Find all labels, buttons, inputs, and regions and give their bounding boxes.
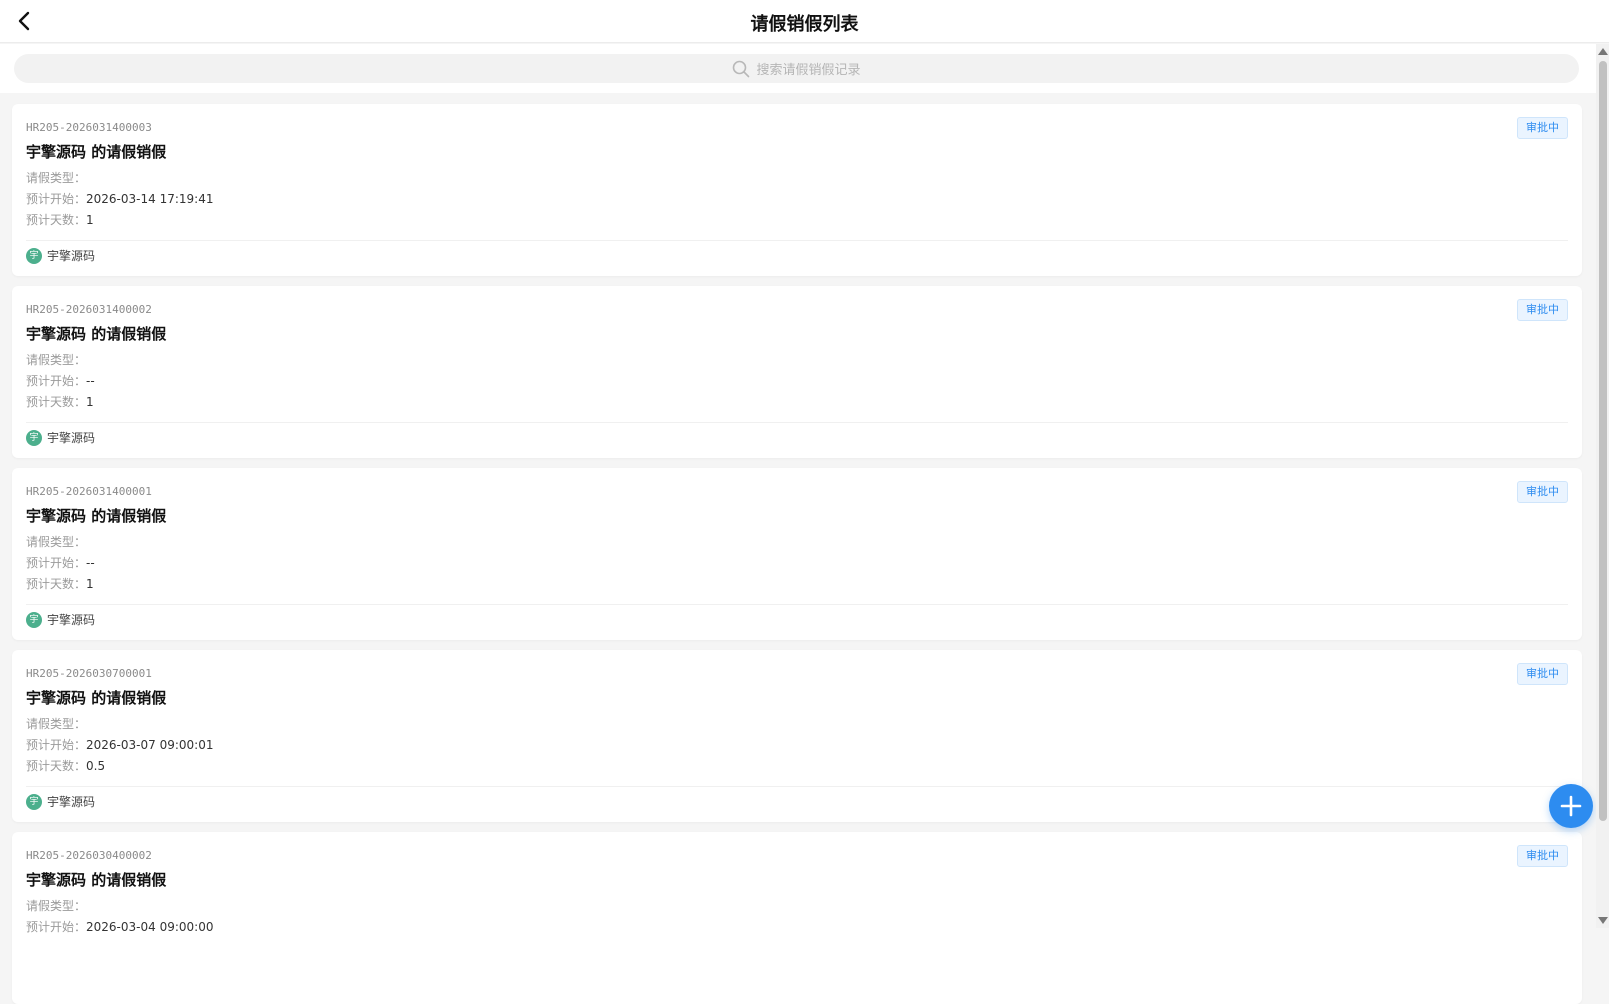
expected-days-value: 1 [86, 577, 94, 591]
leave-type-label: 请假类型： [26, 535, 87, 549]
expected-start-value: 2026-03-07 09:00:01 [86, 738, 214, 752]
leave-type-field: 请假类型： [26, 898, 86, 914]
status-badge: 审批中 [1517, 117, 1568, 139]
card-divider [26, 604, 1568, 605]
card-footer: 宇 宇擎源码 [26, 611, 95, 628]
avatar: 宇 [26, 611, 42, 628]
expected-start-field: 预计开始：-- [26, 373, 95, 389]
status-badge: 审批中 [1517, 663, 1568, 685]
record-code: HR205-2026031400003 [26, 121, 152, 134]
record-code: HR205-2026031400002 [26, 303, 152, 316]
expected-start-label: 预计开始： [26, 920, 87, 934]
avatar: 宇 [26, 247, 42, 264]
expected-days-label: 预计天数： [26, 213, 87, 227]
expected-start-field: 预计开始：2026-03-04 09:00:00 [26, 919, 213, 935]
leave-type-field: 请假类型： [26, 716, 86, 732]
applicant-name: 宇擎源码 [47, 795, 96, 809]
card-footer: 宇 宇擎源码 [26, 429, 95, 446]
card-footer: 宇 宇擎源码 [26, 247, 95, 264]
applicant-name: 宇擎源码 [47, 249, 96, 263]
search-icon [733, 60, 750, 77]
record-title: 宇擎源码 的请假销假 [26, 689, 167, 707]
leave-type-label: 请假类型： [26, 899, 87, 913]
expected-days-field: 预计天数：0.5 [26, 758, 105, 774]
expected-days-field: 预计天数：1 [26, 394, 94, 410]
card-footer: 宇 宇擎源码 [26, 793, 95, 810]
scroll-up-arrow-icon[interactable] [1598, 48, 1608, 55]
expected-start-value: -- [86, 374, 95, 388]
expected-days-value: 0.5 [86, 759, 106, 773]
applicant-name: 宇擎源码 [47, 431, 96, 445]
record-title: 宇擎源码 的请假销假 [26, 325, 167, 343]
expected-days-value: 1 [86, 395, 94, 409]
record-card[interactable]: HR205-2026030700001 审批中 宇擎源码 的请假销假 请假类型：… [12, 650, 1582, 822]
expected-start-label: 预计开始： [26, 374, 87, 388]
expected-start-label: 预计开始： [26, 192, 87, 206]
record-code: HR205-2026030700001 [26, 667, 152, 680]
card-divider [26, 240, 1568, 241]
record-code: HR205-2026031400001 [26, 485, 152, 498]
expected-start-field: 预计开始：-- [26, 555, 95, 571]
record-card[interactable]: HR205-2026031400001 审批中 宇擎源码 的请假销假 请假类型：… [12, 468, 1582, 640]
search-bar: 搜索请假销假记录 [0, 44, 1596, 93]
leave-type-field: 请假类型： [26, 534, 86, 550]
record-card[interactable]: HR205-2026030400002 审批中 宇擎源码 的请假销假 请假类型：… [12, 832, 1582, 1004]
status-badge: 审批中 [1517, 845, 1568, 867]
status-badge: 审批中 [1517, 481, 1568, 503]
search-placeholder: 搜索请假销假记录 [756, 63, 861, 78]
leave-type-label: 请假类型： [26, 717, 87, 731]
expected-days-label: 预计天数： [26, 577, 87, 591]
leave-type-label: 请假类型： [26, 171, 87, 185]
card-divider [26, 422, 1568, 423]
record-code: HR205-2026030400002 [26, 849, 152, 862]
expected-start-value: 2026-03-04 09:00:00 [86, 920, 214, 934]
expected-start-label: 预计开始： [26, 556, 87, 570]
expected-days-label: 预计天数： [26, 759, 87, 773]
record-card[interactable]: HR205-2026031400003 审批中 宇擎源码 的请假销假 请假类型：… [12, 104, 1582, 276]
leave-type-label: 请假类型： [26, 353, 87, 367]
leave-type-field: 请假类型： [26, 170, 86, 186]
scroll-down-arrow-icon[interactable] [1598, 917, 1608, 924]
status-badge: 审批中 [1517, 299, 1568, 321]
record-title: 宇擎源码 的请假销假 [26, 871, 167, 889]
applicant-name: 宇擎源码 [47, 613, 96, 627]
page-title: 请假销假列表 [750, 14, 859, 35]
avatar: 宇 [26, 429, 42, 446]
scrollbar[interactable] [1596, 44, 1609, 928]
search-input[interactable]: 搜索请假销假记录 [14, 54, 1579, 83]
add-record-button[interactable] [1549, 784, 1593, 828]
expected-start-value: -- [86, 556, 95, 570]
expected-start-field: 预计开始：2026-03-07 09:00:01 [26, 737, 213, 753]
leave-type-field: 请假类型： [26, 352, 86, 368]
app-header: 请假销假列表 [0, 0, 1609, 43]
expected-start-field: 预计开始：2026-03-14 17:19:41 [26, 191, 213, 207]
expected-days-value: 1 [86, 213, 94, 227]
expected-days-label: 预计天数： [26, 395, 87, 409]
expected-days-field: 预计天数：1 [26, 212, 94, 228]
expected-start-label: 预计开始： [26, 738, 87, 752]
avatar: 宇 [26, 793, 42, 810]
card-divider [26, 786, 1568, 787]
plus-icon [1560, 795, 1582, 817]
record-title: 宇擎源码 的请假销假 [26, 143, 167, 161]
record-card[interactable]: HR205-2026031400002 审批中 宇擎源码 的请假销假 请假类型：… [12, 286, 1582, 458]
record-title: 宇擎源码 的请假销假 [26, 507, 167, 525]
scrollbar-thumb[interactable] [1599, 61, 1607, 821]
expected-days-field: 预计天数：1 [26, 576, 94, 592]
expected-start-value: 2026-03-14 17:19:41 [86, 192, 214, 206]
